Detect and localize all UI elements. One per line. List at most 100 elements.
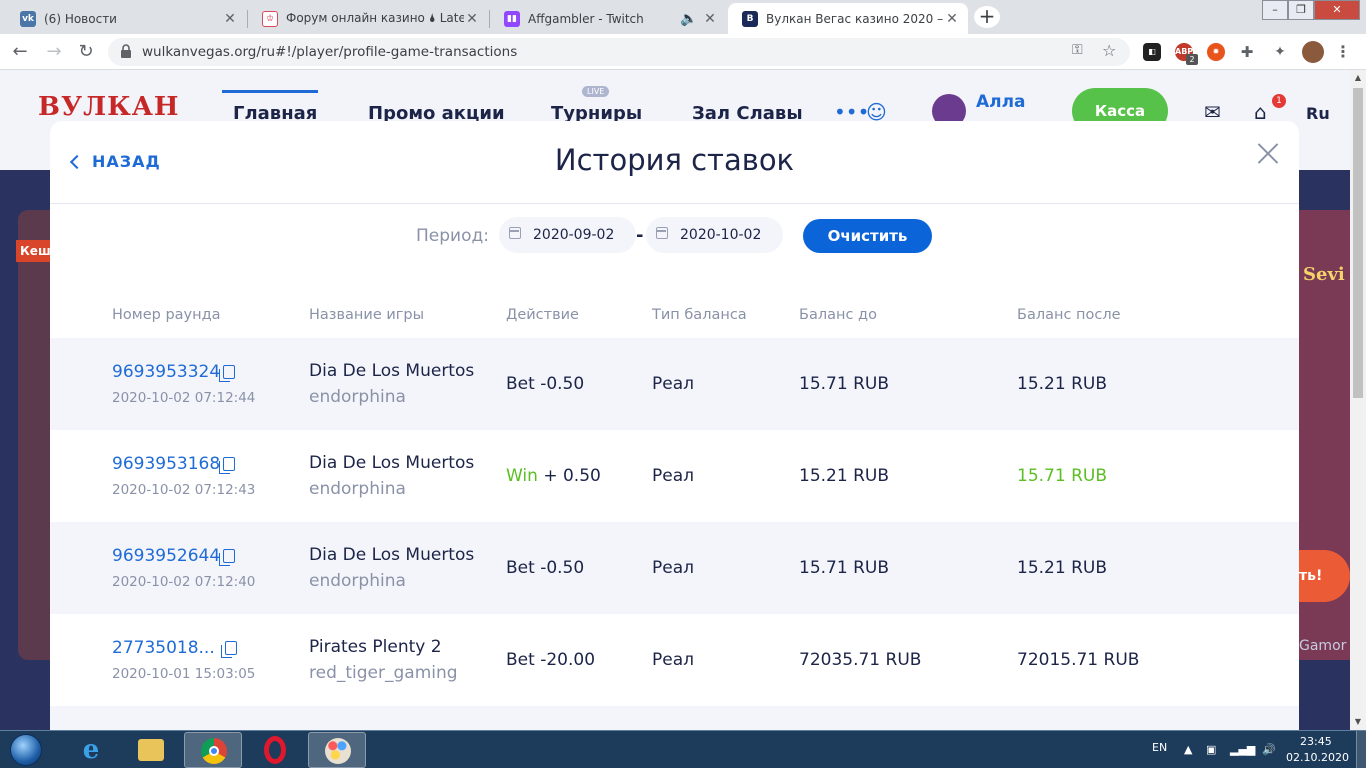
balance-before: 15.71 RUB <box>799 558 889 578</box>
scroll-up-arrow[interactable]: ▲ <box>1350 70 1366 86</box>
close-tab-icon[interactable]: ✕ <box>222 11 238 27</box>
taskbar-chrome[interactable] <box>184 732 242 768</box>
chrome-center-dot <box>209 746 219 756</box>
col-balance-after: Баланс после <box>1017 307 1121 323</box>
right-promo-banner[interactable]: Sevi ть! <box>1299 210 1350 660</box>
forward-arrow-icon[interactable]: → <box>42 40 66 64</box>
round-date: 2020-10-02 07:12:43 <box>112 482 256 498</box>
round-number-link[interactable]: 9693952644 <box>112 546 220 566</box>
address-bar[interactable]: wulkanvegas.org/ru#!/player/profile-game… <box>108 38 1130 66</box>
scroll-thumb[interactable] <box>1353 88 1363 398</box>
game-name: Dia De Los Muertos <box>309 361 475 381</box>
game-provider: red_tiger_gaming <box>309 663 458 683</box>
folder-icon <box>138 739 164 761</box>
page-scrollbar[interactable]: ▲ ▼ <box>1350 70 1366 730</box>
back-arrow-icon[interactable]: ← <box>8 40 32 64</box>
paint-palette-icon <box>325 738 351 764</box>
taskbar-explorer[interactable] <box>122 732 180 768</box>
input-language[interactable]: EN <box>1152 741 1167 754</box>
puzzle-extensions-icon[interactable]: ✚ <box>1238 43 1256 61</box>
balance-after: 15.21 RUB <box>1017 374 1107 394</box>
calendar-icon <box>656 227 668 239</box>
language-selector[interactable]: Ru <box>1306 104 1330 123</box>
volume-icon[interactable]: 🔊 <box>1262 743 1276 756</box>
close-tab-icon[interactable]: ✕ <box>944 11 960 27</box>
calendar-icon <box>509 227 521 239</box>
date-to-input[interactable]: 2020-10-02 <box>646 217 783 253</box>
lock-icon <box>121 44 131 58</box>
reload-icon[interactable]: ↻ <box>74 40 98 64</box>
taskbar-ie[interactable]: e <box>62 732 120 768</box>
taskbar-paint[interactable] <box>308 732 366 768</box>
copy-icon[interactable] <box>221 641 237 658</box>
close-tab-icon[interactable]: ✕ <box>464 11 480 27</box>
extension-icon[interactable]: ✦ <box>1271 43 1289 61</box>
scroll-down-arrow[interactable]: ▼ <box>1350 714 1366 730</box>
table-row: 9693952644 2020-10-02 07:12:40 Dia De Lo… <box>50 522 1299 614</box>
maximize-button[interactable]: ❐ <box>1288 0 1314 20</box>
copy-icon[interactable] <box>219 365 235 382</box>
ext-icon-1[interactable]: ◧ <box>1143 43 1161 61</box>
date-from-input[interactable]: 2020-09-02 <box>499 217 636 253</box>
clear-button[interactable]: Очистить <box>803 219 932 253</box>
browser-tabstrip: vk (6) Новости ✕ ♔ Форум онлайн казино 🌢… <box>0 0 1366 34</box>
date-to-value: 2020-10-02 <box>680 227 762 243</box>
username[interactable]: Алла <box>976 92 1026 112</box>
balance-type: Реал <box>652 558 694 578</box>
profile-avatar-icon[interactable] <box>1302 41 1324 63</box>
clock-time[interactable]: 23:45 <box>1300 735 1332 748</box>
copy-icon[interactable] <box>219 457 235 474</box>
gift-count-badge: 1 <box>1272 94 1286 108</box>
balance-before: 15.21 RUB <box>799 466 889 486</box>
browser-tab-1[interactable]: vk (6) Новости ✕ <box>6 3 246 34</box>
new-tab-button[interactable]: + <box>974 6 1000 28</box>
action-label: Bet <box>506 558 535 578</box>
balance-before: 72035.71 RUB <box>799 650 922 670</box>
col-balance-type: Тип баланса <box>652 307 747 323</box>
left-promo-banner[interactable]: Кеш <box>16 210 51 660</box>
fire-ext-icon[interactable]: ✹ <box>1207 43 1225 61</box>
date-range-dash: - <box>636 225 644 246</box>
tab-title: Форум онлайн казино 🌢 Latest <box>286 11 464 25</box>
speaker-icon[interactable]: 🔈 <box>680 11 697 27</box>
balance-after: 72015.71 RUB <box>1017 650 1140 670</box>
show-desktop-button[interactable] <box>1356 731 1366 768</box>
site-logo[interactable]: ВУЛКАН <box>38 92 179 122</box>
key-icon[interactable]: ⚿ <box>1072 42 1083 58</box>
browser-tab-4-active[interactable]: B Вулкан Вегас казино 2020 – оф ✕ <box>728 3 968 34</box>
back-button[interactable]: НАЗАД <box>69 152 161 171</box>
start-button[interactable] <box>4 732 48 768</box>
network-error-icon[interactable]: ▣ <box>1206 743 1216 756</box>
balance-after: 15.71 RUB <box>1017 466 1107 486</box>
minimize-button[interactable]: – <box>1262 0 1288 20</box>
browser-tab-2[interactable]: ♔ Форум онлайн казино 🌢 Latest ✕ <box>248 3 488 34</box>
clock-date[interactable]: 02.10.2020 <box>1286 751 1349 764</box>
close-tab-icon[interactable]: ✕ <box>702 11 718 27</box>
round-number-link[interactable]: 9693953168 <box>112 454 220 474</box>
menu-kebab-icon[interactable]: ⋮ <box>1334 43 1352 61</box>
balance-type: Реал <box>652 650 694 670</box>
twitch-icon: ▮▮ <box>504 10 520 27</box>
bookmark-star-icon[interactable]: ☆ <box>1102 41 1116 60</box>
game-name: Pirates Plenty 2 <box>309 637 442 657</box>
window-close-button[interactable]: ✕ <box>1314 0 1360 20</box>
action-label: Bet <box>506 374 535 394</box>
col-action: Действие <box>506 307 579 323</box>
right-promo-button[interactable]: ть! <box>1299 550 1350 602</box>
copy-icon[interactable] <box>219 549 235 566</box>
round-date: 2020-10-02 07:12:44 <box>112 390 256 406</box>
tray-expand-icon[interactable]: ▲ <box>1184 743 1192 756</box>
round-number-link[interactable]: 9693953324 <box>112 362 220 382</box>
round-number-link[interactable]: 27735018... <box>112 638 215 658</box>
taskbar-opera[interactable] <box>246 732 304 768</box>
balance-before: 15.71 RUB <box>799 374 889 394</box>
browser-tab-3[interactable]: ▮▮ Affgambler - Twitch 🔈 ✕ <box>490 3 726 34</box>
signal-bars-icon[interactable]: ▂▄▆ <box>1230 743 1255 756</box>
url-text: wulkanvegas.org/ru#!/player/profile-game… <box>142 44 518 60</box>
live-badge: LIVE <box>582 86 610 97</box>
close-icon[interactable] <box>1256 141 1280 165</box>
modal-header: История ставок НАЗАД <box>50 121 1299 204</box>
table-row-partial <box>50 706 1299 730</box>
col-round-number: Номер раунда <box>112 307 221 323</box>
table-row: 9693953324 2020-10-02 07:12:44 Dia De Lo… <box>50 338 1299 430</box>
